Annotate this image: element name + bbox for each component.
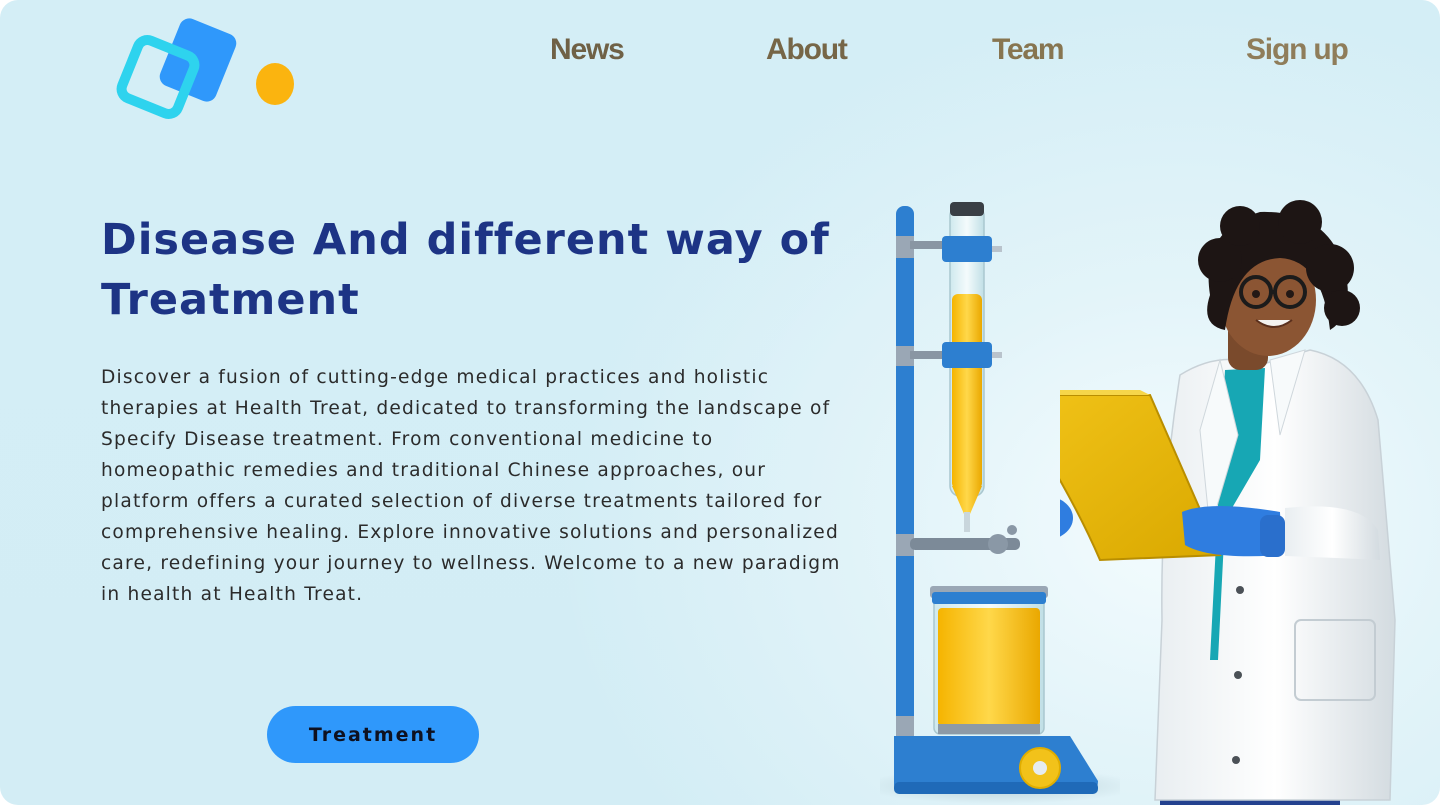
nav-link-team[interactable]: Team — [992, 30, 1065, 70]
landing-page: News About Team Sign up Disease And diff… — [0, 0, 1440, 805]
brand-logo-icon[interactable] — [112, 6, 302, 136]
nav-link-news[interactable]: News — [550, 30, 625, 70]
nav-link-sign-up[interactable]: Sign up — [1246, 30, 1349, 70]
doctor-illustration — [1060, 200, 1396, 805]
nav-link-about[interactable]: About — [766, 30, 848, 70]
treatment-button[interactable]: Treatment — [267, 706, 479, 763]
main-nav: News About Team Sign up — [0, 30, 1440, 70]
hero-headline: Disease And different way of Treatment — [101, 215, 830, 325]
hero-description: Discover a fusion of cutting-edge medica… — [101, 367, 841, 605]
